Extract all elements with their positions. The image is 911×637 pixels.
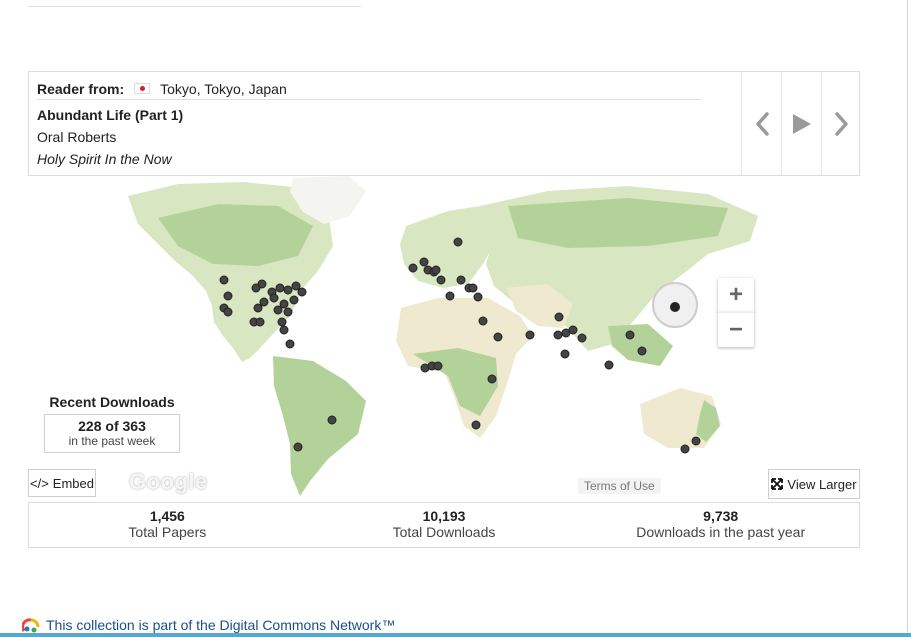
map-marker [560,349,570,359]
map-marker [468,283,478,293]
recent-downloads-count: 228 of 363 [78,418,146,434]
reader-from-label: Reader from: [37,80,125,97]
view-larger-label: View Larger [787,476,857,492]
paper-title-link[interactable]: Abundant Life (Part 1) [37,106,701,124]
stat-label: Total Downloads [392,524,496,540]
map-marker [275,283,285,293]
central-africa-forest [413,348,498,416]
map-marker [577,333,587,343]
japan-flag-icon [134,83,151,94]
map-marker [257,279,267,289]
map-marker [525,330,535,340]
current-reader-marker [670,302,680,312]
top-divider [28,6,361,7]
map-marker [553,330,563,340]
map-marker [471,420,481,430]
map-marker [223,291,233,301]
map-marker [473,292,483,302]
map-marker [293,442,303,452]
map-marker [279,325,289,335]
paper-author: Oral Roberts [37,129,117,145]
map-marker [445,291,455,301]
map-marker [297,287,307,297]
stat-value: 10,193 [422,508,466,524]
map-marker [285,339,295,349]
world-map[interactable]: + − Recent Downloads 228 of 363 in the p… [28,176,860,502]
stat-label: Downloads in the past year [636,524,806,540]
map-marker [408,263,418,273]
map-marker [604,360,614,370]
map-marker [436,275,446,285]
stat-total-papers: 1,456 Total Papers [29,503,306,547]
recent-downloads-period: in the past week [68,434,156,448]
reader-panel: Reader from: Tokyo, Tokyo, Japan Abundan… [28,71,860,176]
map-marker [291,281,301,291]
stat-label: Total Papers [128,524,207,540]
stat-value: 1,456 [149,508,185,524]
map-marker [283,307,293,317]
map-marker [493,332,503,342]
map-marker [637,346,647,356]
map-marker [431,265,441,275]
google-logo: Google [129,469,208,494]
zoom-out-button[interactable]: − [718,312,754,347]
map-marker [255,317,265,327]
previous-button[interactable] [741,72,782,175]
stat-value: 9,738 [703,508,739,524]
digital-commons-network-link[interactable]: This collection is part of the Digital C… [22,617,395,633]
network-text: This collection is part of the Digital C… [46,617,396,633]
reader-location: Tokyo, Tokyo, Japan [160,80,287,97]
terms-of-use-link[interactable]: Terms of Use [578,478,661,494]
map-marker [269,293,279,303]
next-button[interactable] [821,72,862,175]
recent-downloads-title: Recent Downloads [49,394,175,410]
embed-button[interactable]: </> Embed [28,469,96,497]
paper-publication-link[interactable]: Holy Spirit In the Now [37,150,701,168]
map-marker [691,436,701,446]
map-marker [433,361,443,371]
stat-total-downloads: 10,193 Total Downloads [306,503,583,547]
play-icon [793,113,811,134]
europe-landmass [400,206,500,288]
map-marker [253,303,263,313]
reader-from-line: Reader from: Tokyo, Tokyo, Japan [37,78,701,100]
readership-map-widget: Reader from: Tokyo, Tokyo, Japan Abundan… [28,71,860,548]
map-marker [456,275,466,285]
digital-commons-logo-icon [22,618,40,633]
stats-bar: 1,456 Total Papers 10,193 Total Download… [28,502,860,548]
map-marker [554,312,564,322]
recent-downloads-box: 228 of 363 in the past week [44,414,180,453]
zoom-in-button[interactable]: + [718,278,754,312]
stat-downloads-past-year: 9,738 Downloads in the past year [582,503,859,547]
map-marker [259,297,269,307]
expand-icon [771,478,784,490]
reader-info: Reader from: Tokyo, Tokyo, Japan Abundan… [37,78,701,168]
southeast-asia-landmass [608,324,673,366]
map-marker [219,275,229,285]
window-edge [907,0,908,637]
map-marker [277,317,287,327]
map-marker [625,330,635,340]
map-marker [289,295,299,305]
map-marker [419,257,429,267]
map-marker [453,237,463,247]
map-marker [487,374,497,384]
south-america-landmass [273,356,366,496]
bottom-accent-bar [0,633,911,637]
map-marker [223,307,233,317]
map-marker [568,325,578,335]
view-larger-button[interactable]: View Larger [768,469,860,499]
code-icon: </> [30,475,49,491]
play-button[interactable] [781,72,822,175]
map-marker [283,285,293,295]
chevron-right-icon [835,111,848,136]
map-marker [327,415,337,425]
map-marker [680,444,690,454]
map-marker [478,316,488,326]
chevron-left-icon [756,111,769,136]
map-marker [273,305,283,315]
map-marker [279,299,289,309]
embed-label: Embed [52,475,94,491]
recent-downloads-panel: Recent Downloads 228 of 363 in the past … [44,394,180,453]
